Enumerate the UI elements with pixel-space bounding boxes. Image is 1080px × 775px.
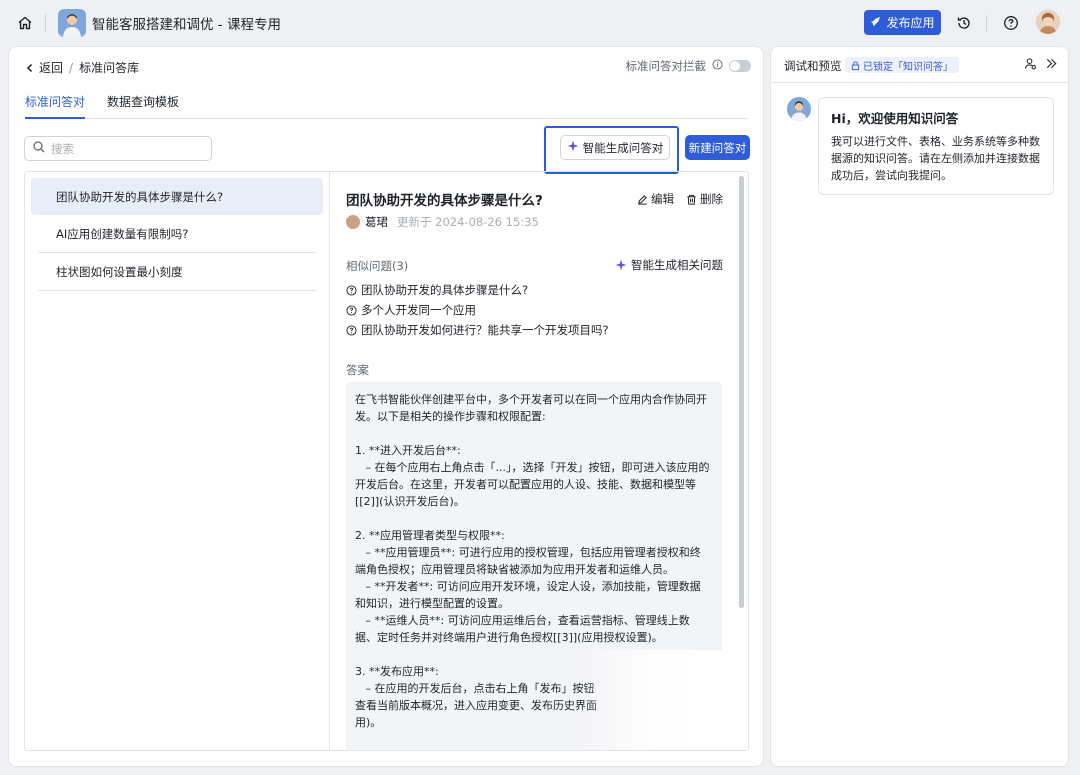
delete-label: 删除 [700, 192, 723, 206]
chevron-left-icon [26, 63, 33, 72]
similar-question: 团队协助开发的具体步骤是什么? [346, 282, 528, 298]
intercept-setting: 标准问答对拦截 [625, 58, 751, 74]
bot-avatar [787, 97, 811, 121]
author-name: 葛珺 [365, 215, 388, 229]
smart-generate-similar-button[interactable]: 智能生成相关问题 [615, 257, 723, 273]
user-settings-icon[interactable] [1024, 57, 1037, 73]
lock-icon [851, 60, 860, 70]
author-avatar [346, 215, 360, 229]
similar-question-text: 团队协助开发如何进行？能共享一个开发项目吗? [361, 323, 609, 337]
tab-data-query-template[interactable]: 数据查询模板 [107, 93, 179, 119]
similar-question: 团队协助开发如何进行？能共享一个开发项目吗? [346, 322, 609, 338]
top-bar: 智能客服搭建和调优 - 课程专用 发布应用 [0, 0, 1080, 46]
new-qa-button[interactable]: 新建问答对 [685, 135, 750, 160]
debug-preview-header: 调试和预览 已锁定「知识问答」 [771, 47, 1068, 83]
delete-button[interactable]: 删除 [686, 191, 723, 207]
scrollbar[interactable] [739, 176, 744, 608]
publish-button[interactable]: 发布应用 [864, 10, 941, 35]
similar-questions-label: 相似问题(3) [346, 259, 409, 273]
app-avatar [58, 9, 86, 37]
help-icon[interactable] [1000, 12, 1022, 34]
divider [45, 14, 46, 32]
qa-detail: 团队协助开发的具体步骤是什么? 编辑 删除 葛珺 更新于 2024-08-26 … [331, 172, 748, 750]
edit-label: 编辑 [651, 192, 674, 206]
question-icon [346, 324, 357, 336]
trash-icon [687, 194, 696, 205]
edit-button[interactable]: 编辑 [637, 191, 674, 207]
history-icon[interactable] [953, 12, 975, 34]
question-icon [346, 304, 357, 316]
intercept-label: 标准问答对拦截 [625, 59, 707, 73]
list-item[interactable]: 柱状图如何设置最小刻度 [31, 253, 323, 290]
debug-preview-card: 调试和预览 已锁定「知识问答」 Hi，欢迎使用知识问答 我可以进行文件、表格、业… [770, 46, 1069, 767]
tab-bar: 标准问答对 数据查询模板 [25, 93, 749, 119]
detail-actions: 编辑 删除 [637, 191, 723, 207]
back-label: 返回 [39, 61, 64, 75]
divider [38, 290, 317, 291]
locked-badge: 已锁定「知识问答」 [845, 57, 959, 73]
similar-question-text: 多个人开发同一个应用 [361, 303, 476, 317]
qa-panel: 团队协助开发的具体步骤是什么? AI应用创建数量有限制吗? 柱状图如何设置最小刻… [24, 171, 749, 751]
detail-meta: 葛珺 更新于 2024-08-26 15:35 [346, 214, 539, 230]
tab-standard-qa[interactable]: 标准问答对 [25, 93, 86, 119]
smart-generate-qa-button[interactable]: 智能生成问答对 [560, 135, 670, 160]
smart-generate-similar-label: 智能生成相关问题 [631, 258, 723, 272]
divider [986, 15, 987, 31]
qa-library-card: 返回 / 标准问答库 标准问答对拦截 标准问答对 数据查询模板 智能生成问答对 … [8, 46, 764, 767]
list-item[interactable]: AI应用创建数量有限制吗? [31, 215, 323, 252]
info-icon [712, 59, 723, 73]
similar-question-text: 团队协助开发的具体步骤是什么? [361, 283, 529, 297]
sparkle-icon [615, 259, 627, 271]
debug-preview-title: 调试和预览 [784, 59, 842, 73]
updated-time: 更新于 2024-08-26 15:35 [397, 215, 539, 229]
breadcrumb-current: 标准问答库 [79, 61, 140, 75]
breadcrumb: 返回 / 标准问答库 [25, 59, 139, 76]
welcome-text: 我可以进行文件、表格、业务系统等多种数据源的知识问答。请在左侧添加并连接数据成功… [831, 135, 1040, 182]
answer-label: 答案 [346, 363, 369, 377]
breadcrumb-separator: / [69, 60, 74, 75]
welcome-message: Hi，欢迎使用知识问答 我可以进行文件、表格、业务系统等多种数据源的知识问答。请… [818, 97, 1054, 195]
fade-overlay [581, 650, 748, 750]
search-icon [33, 141, 45, 156]
question-icon [346, 284, 357, 296]
question-list: 团队协助开发的具体步骤是什么? AI应用创建数量有限制吗? 柱状图如何设置最小刻… [25, 172, 330, 750]
intercept-toggle[interactable] [729, 60, 751, 72]
search-input[interactable] [51, 141, 201, 156]
rocket-icon [870, 16, 881, 30]
welcome-title: Hi，欢迎使用知识问答 [831, 111, 959, 126]
back-link[interactable]: 返回 [25, 59, 63, 76]
home-icon[interactable] [14, 12, 36, 34]
search-box [24, 136, 212, 161]
detail-title: 团队协助开发的具体步骤是什么? [346, 193, 543, 209]
publish-label: 发布应用 [886, 16, 935, 30]
user-avatar[interactable] [1036, 10, 1060, 34]
locked-badge-label: 已锁定「知识问答」 [863, 61, 953, 73]
similar-question: 多个人开发同一个应用 [346, 302, 476, 318]
list-item[interactable]: 团队协助开发的具体步骤是什么? [31, 178, 323, 215]
edit-icon [638, 194, 647, 205]
collapse-icon[interactable] [1045, 57, 1058, 73]
smart-generate-qa-label: 智能生成问答对 [582, 140, 664, 155]
sparkle-icon [567, 140, 579, 155]
app-title: 智能客服搭建和调优 - 课程专用 [92, 17, 281, 33]
header-icons [1024, 57, 1058, 73]
